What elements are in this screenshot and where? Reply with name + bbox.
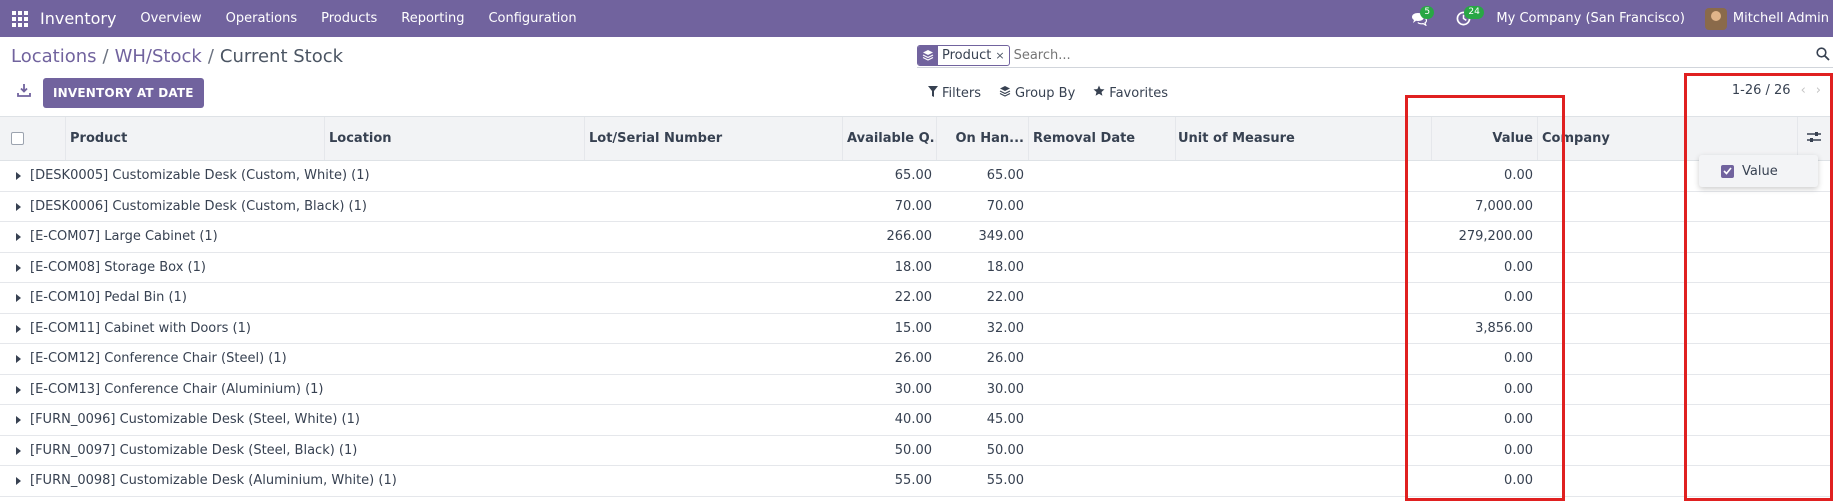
cell-on-hand: 30.00 <box>986 381 1024 397</box>
cell-on-hand: 349.00 <box>978 229 1025 244</box>
column-header-on-hand[interactable]: On Han... <box>937 117 1029 160</box>
cell-on-hand: 55.00 <box>986 473 1024 488</box>
download-icon[interactable] <box>17 83 35 101</box>
expand-caret-icon[interactable] <box>16 202 21 211</box>
top-navbar: Inventory Overview Operations Products R… <box>0 0 1833 37</box>
cell-product: [FURN_0096] Customizable Desk (Steel, Wh… <box>30 412 360 427</box>
app-name[interactable]: Inventory <box>40 9 116 28</box>
expand-caret-icon[interactable] <box>16 385 21 394</box>
group-by-label: Group By <box>1014 85 1076 101</box>
expand-caret-icon[interactable] <box>16 324 21 333</box>
layers-icon <box>999 85 1011 101</box>
cell-on-hand: 18.00 <box>986 259 1024 275</box>
breadcrumb-locations[interactable]: Locations <box>11 46 97 67</box>
expand-caret-icon[interactable] <box>16 263 21 272</box>
filters-label: Filters <box>942 85 981 101</box>
star-icon <box>1093 85 1105 101</box>
search-panel-toggles: Filters Group By Favorites <box>928 85 1168 101</box>
search-input[interactable] <box>1013 47 1794 63</box>
user-avatar[interactable] <box>1704 7 1727 30</box>
cell-on-hand: 22.00 <box>986 290 1024 305</box>
expand-caret-icon[interactable] <box>16 294 21 302</box>
cell-product: [E-COM11] Cabinet with Doors (1) <box>30 320 251 336</box>
select-all-cell <box>0 117 66 160</box>
highlight-box-optional-columns <box>1684 73 1833 501</box>
facet-label: Product <box>942 47 992 63</box>
cell-product: [E-COM10] Pedal Bin (1) <box>30 290 187 305</box>
cell-product: [FURN_0097] Customizable Desk (Steel, Bl… <box>30 442 358 458</box>
search-icon[interactable] <box>1816 47 1830 65</box>
activities-clock-icon[interactable]: 24 <box>1452 5 1484 30</box>
cell-product: [E-COM12] Conference Chair (Steel) (1) <box>30 351 287 366</box>
search-bar: Product × <box>917 44 1833 66</box>
cell-available-quantity: 30.00 <box>894 381 932 397</box>
cell-on-hand: 45.00 <box>986 412 1024 427</box>
cell-available-quantity: 15.00 <box>894 320 932 336</box>
favorites-button[interactable]: Favorites <box>1093 85 1168 101</box>
breadcrumb-separator: / <box>102 46 109 67</box>
column-header-product[interactable]: Product <box>66 117 325 160</box>
column-header-location[interactable]: Location <box>325 117 585 160</box>
menu-configuration[interactable]: Configuration <box>476 0 588 37</box>
cell-available-quantity: 55.00 <box>894 473 932 488</box>
cell-on-hand: 70.00 <box>986 198 1024 214</box>
cell-on-hand: 65.00 <box>986 168 1024 183</box>
column-header-uom[interactable]: Unit of Measure <box>1174 117 1432 160</box>
menu-reporting[interactable]: Reporting <box>389 0 476 37</box>
expand-caret-icon[interactable] <box>16 355 21 363</box>
search-underline <box>917 67 1833 68</box>
cell-product: [DESK0006] Customizable Desk (Custom, Bl… <box>30 198 367 214</box>
expand-caret-icon[interactable] <box>16 416 21 424</box>
expand-caret-icon[interactable] <box>16 477 21 485</box>
cell-on-hand: 26.00 <box>986 351 1024 366</box>
cell-product: [DESK0005] Customizable Desk (Custom, Wh… <box>30 168 370 183</box>
filter-funnel-icon <box>928 85 938 101</box>
cell-available-quantity: 70.00 <box>894 198 932 214</box>
cell-product: [FURN_0098] Customizable Desk (Aluminium… <box>30 473 397 488</box>
cell-on-hand: 32.00 <box>986 320 1024 336</box>
cell-product: [E-COM07] Large Cabinet (1) <box>30 229 218 244</box>
cell-on-hand: 50.00 <box>986 442 1024 458</box>
facet-remove-icon[interactable]: × <box>995 49 1008 62</box>
systray: 5 24 My Company (San Francisco) Mitchell… <box>1408 0 1833 37</box>
messages-icon[interactable]: 5 <box>1408 5 1435 30</box>
cell-available-quantity: 266.00 <box>886 229 933 244</box>
cell-available-quantity: 22.00 <box>894 290 932 305</box>
group-by-button[interactable]: Group By <box>999 85 1075 101</box>
menu-operations[interactable]: Operations <box>214 0 309 37</box>
menu-overview[interactable]: Overview <box>128 0 213 37</box>
breadcrumb: Locations / WH/Stock / Current Stock <box>11 46 343 67</box>
inventory-at-date-button[interactable]: INVENTORY AT DATE <box>43 78 204 108</box>
highlight-box-value-column <box>1405 95 1565 501</box>
main-menu: Overview Operations Products Reporting C… <box>128 0 588 37</box>
activities-badge: 24 <box>1464 5 1484 19</box>
company-switcher[interactable]: My Company (San Francisco) <box>1496 11 1684 26</box>
column-header-available-quantity[interactable]: Available Q... <box>843 117 937 160</box>
cell-available-quantity: 26.00 <box>894 351 932 366</box>
select-all-checkbox[interactable] <box>11 132 24 145</box>
expand-caret-icon[interactable] <box>16 172 21 180</box>
messages-badge: 5 <box>1420 5 1435 19</box>
group-by-layers-icon <box>918 45 938 65</box>
search-facet-product: Product × <box>917 44 1010 66</box>
breadcrumb-wh-stock[interactable]: WH/Stock <box>115 46 202 67</box>
favorites-label: Favorites <box>1109 85 1169 101</box>
breadcrumb-current-stock: Current Stock <box>219 46 344 67</box>
menu-products[interactable]: Products <box>309 0 389 37</box>
column-header-lot[interactable]: Lot/Serial Number <box>585 117 843 160</box>
expand-caret-icon[interactable] <box>16 233 21 241</box>
cell-available-quantity: 40.00 <box>894 412 932 427</box>
app-switcher-icon[interactable] <box>0 0 40 37</box>
cell-available-quantity: 18.00 <box>894 259 932 275</box>
cell-available-quantity: 50.00 <box>894 442 932 458</box>
filters-button[interactable]: Filters <box>928 85 981 101</box>
cell-available-quantity: 65.00 <box>894 168 932 183</box>
column-header-removal-date[interactable]: Removal Date <box>1029 117 1176 160</box>
user-menu[interactable]: Mitchell Admin <box>1733 11 1829 26</box>
expand-caret-icon[interactable] <box>16 446 21 455</box>
cell-product: [E-COM13] Conference Chair (Aluminium) (… <box>30 381 324 397</box>
cell-product: [E-COM08] Storage Box (1) <box>30 259 206 275</box>
breadcrumb-separator: / <box>207 46 214 67</box>
